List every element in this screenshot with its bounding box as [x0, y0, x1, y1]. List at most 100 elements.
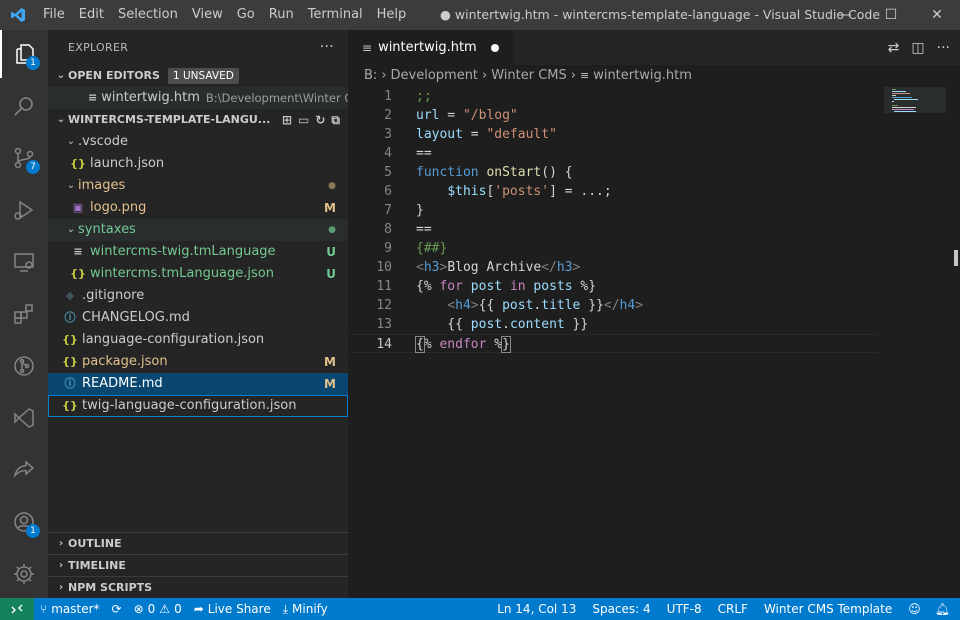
file-language-configuration-json[interactable]: {} language-configuration.json — [48, 329, 348, 351]
editor-actions: ⇄ ◫ ··· — [888, 30, 950, 65]
menu-edit[interactable]: Edit — [72, 0, 111, 30]
workspace-actions: ⊞ ▭ ↻ ⧉ — [282, 109, 340, 131]
menu-terminal[interactable]: Terminal — [301, 0, 370, 30]
indentation-status[interactable]: Spaces: 4 — [584, 598, 658, 620]
language-mode[interactable]: Winter CMS Template — [756, 598, 900, 620]
eol-status[interactable]: CRLF — [710, 598, 756, 620]
source-control-badge: 7 — [26, 160, 40, 174]
visual-studio-icon[interactable] — [0, 394, 48, 442]
sync-icon[interactable]: ⟳ — [106, 598, 128, 620]
remote-indicator-icon[interactable] — [0, 598, 34, 620]
minimize-button[interactable]: — — [822, 0, 868, 30]
notifications-bell-icon[interactable]: 🔔︎ — [929, 598, 960, 620]
untracked-badge: U — [326, 267, 336, 281]
modified-dot: ● — [328, 181, 336, 191]
menu-go[interactable]: Go — [230, 0, 262, 30]
file-icon: ≡ — [88, 91, 98, 104]
file-wintercms-tmlanguage-json[interactable]: {} wintercms.tmLanguage.json U — [48, 263, 348, 285]
file-readme-md[interactable]: ⓘ README.md M — [48, 373, 348, 395]
branch-status[interactable]: ⑂ master* — [34, 598, 106, 620]
chevron-down-icon: ⌄ — [66, 180, 76, 191]
chevron-right-icon: › — [482, 68, 488, 83]
collapsed-sections: › OUTLINE › TIMELINE › NPM SCRIPTS — [48, 532, 348, 598]
window-controls: — ☐ ✕ — [822, 0, 960, 30]
source-control-icon[interactable]: 7 — [0, 134, 48, 182]
git-branch-icon: ⑂ — [40, 602, 48, 616]
minimap[interactable] — [884, 87, 946, 147]
split-editor-icon[interactable]: ◫ — [911, 40, 924, 56]
encoding-status[interactable]: UTF-8 — [659, 598, 710, 620]
breadcrumb-winter-cms[interactable]: Winter CMS — [491, 68, 567, 83]
folder-vscode[interactable]: ⌄ .vscode — [48, 131, 348, 153]
remote-explorer-icon[interactable] — [0, 238, 48, 286]
minify-status[interactable]: ⤓ Minify — [277, 598, 334, 620]
modified-badge: M — [324, 201, 336, 215]
collapse-all-icon[interactable]: ⧉ — [331, 109, 340, 131]
scrollbar-marker[interactable] — [946, 250, 960, 266]
close-window-button[interactable]: ✕ — [914, 0, 960, 30]
refresh-icon[interactable]: ↻ — [315, 109, 325, 131]
live-share-icon[interactable] — [0, 446, 48, 494]
file-gitignore[interactable]: ◆ .gitignore — [48, 285, 348, 307]
live-share-status[interactable]: ➦ Live Share — [188, 598, 277, 620]
untracked-badge: U — [326, 245, 336, 259]
file-wintercms-twig-tmlanguage[interactable]: ≡ wintercms-twig.tmLanguage U — [48, 241, 348, 263]
code-line: 5 function onStart() { — [384, 165, 573, 180]
accounts-icon[interactable]: 1 — [0, 498, 48, 546]
run-debug-icon[interactable] — [0, 186, 48, 234]
minify-icon: ⤓ — [282, 601, 289, 616]
search-icon[interactable] — [0, 82, 48, 130]
breadcrumb-drive[interactable]: B: — [364, 68, 377, 83]
tab-wintertwig-htm[interactable]: ≡ wintertwig.htm — [348, 30, 513, 65]
menu-help[interactable]: Help — [370, 0, 414, 30]
cursor-position[interactable]: Ln 14, Col 13 — [489, 598, 584, 620]
chevron-right-icon: › — [570, 68, 576, 83]
modified-badge: M — [324, 377, 336, 391]
json-file-icon: {} — [62, 355, 78, 368]
chevron-right-icon: › — [58, 581, 64, 593]
folder-syntaxes[interactable]: ⌄ syntaxes ● — [48, 219, 348, 241]
menu-run[interactable]: Run — [262, 0, 301, 30]
menu-view[interactable]: View — [185, 0, 230, 30]
info-file-icon: ⓘ — [64, 377, 76, 390]
file-launch-json[interactable]: {} launch.json — [48, 153, 348, 175]
unsaved-dot-icon[interactable] — [490, 43, 499, 52]
git-graph-icon[interactable] — [0, 342, 48, 390]
open-editors-header[interactable]: ⌄ OPEN EDITORS 1 UNSAVED — [48, 65, 348, 87]
open-editor-item[interactable]: ≡ wintertwig.htm B:\Development\Winter C… — [48, 87, 348, 109]
extensions-icon[interactable] — [0, 290, 48, 338]
more-actions-icon[interactable]: ··· — [937, 40, 950, 56]
outline-header[interactable]: › OUTLINE — [48, 532, 348, 554]
explorer-icon[interactable]: 1 — [0, 30, 48, 78]
new-folder-icon[interactable]: ▭ — [298, 109, 309, 131]
problems-status[interactable]: ⊗ 0 ⚠ 0 — [128, 598, 188, 620]
chevron-right-icon: › — [58, 559, 64, 571]
file-icon: ≡ — [579, 69, 590, 82]
status-right: Ln 14, Col 13 Spaces: 4 UTF-8 CRLF Winte… — [489, 598, 960, 620]
tab-bar: ≡ wintertwig.htm ⇄ ◫ ··· — [348, 30, 960, 65]
more-actions-icon[interactable]: ··· — [320, 30, 334, 65]
file-package-json[interactable]: {} package.json M — [48, 351, 348, 373]
feedback-icon[interactable]: ☺ — [900, 598, 929, 620]
workspace-header[interactable]: ⌄ WINTERCMS-TEMPLATE-LANGU... ⊞ ▭ ↻ ⧉ — [48, 109, 348, 131]
new-file-icon[interactable]: ⊞ — [282, 109, 292, 131]
menu-selection[interactable]: Selection — [111, 0, 185, 30]
compare-changes-icon[interactable]: ⇄ — [888, 40, 900, 56]
file-changelog-md[interactable]: ⓘ CHANGELOG.md — [48, 307, 348, 329]
file-twig-language-configuration-json[interactable]: {} twig-language-configuration.json — [48, 395, 348, 417]
settings-gear-icon[interactable] — [0, 550, 48, 598]
warning-icon: ⚠ — [159, 602, 171, 616]
folder-images[interactable]: ⌄ images ● — [48, 175, 348, 197]
menu-file[interactable]: File — [36, 0, 72, 30]
file-logo-png[interactable]: ▣ logo.png M — [48, 197, 348, 219]
code-editor[interactable]: 1;; 2 url = "/blog" 3 layout = "default" 4… — [348, 87, 878, 353]
json-file-icon: {} — [62, 399, 78, 412]
code-line: 4 == — [384, 146, 432, 161]
code-line: 3 layout = "default" — [384, 127, 557, 142]
breadcrumb-development[interactable]: Development — [391, 68, 479, 83]
npm-scripts-header[interactable]: › NPM SCRIPTS — [48, 576, 348, 598]
maximize-button[interactable]: ☐ — [868, 0, 914, 30]
breadcrumb-file[interactable]: wintertwig.htm — [593, 68, 692, 83]
timeline-header[interactable]: › TIMELINE — [48, 554, 348, 576]
json-file-icon: {} — [70, 267, 86, 280]
